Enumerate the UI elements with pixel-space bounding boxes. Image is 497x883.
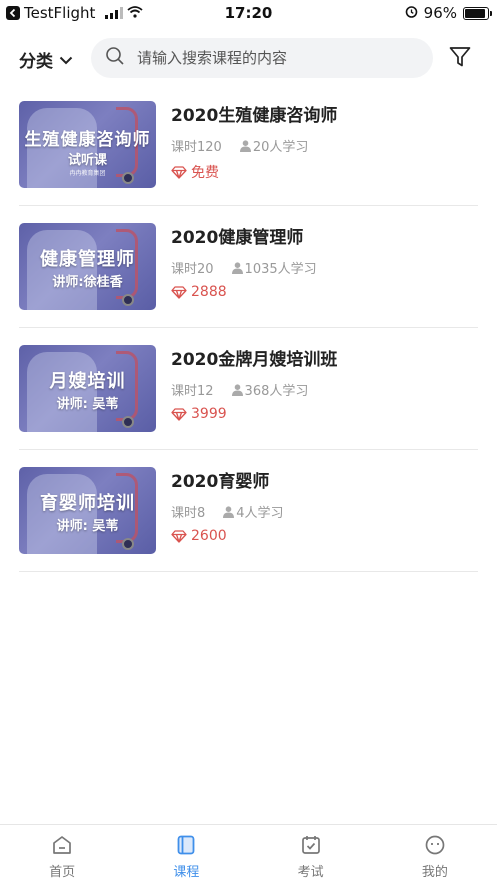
tab-exams-label: 考试 [297, 865, 324, 880]
search-icon [105, 46, 125, 70]
course-info: 2020生殖健康咨询师 课时120 20人学习 免费 [171, 101, 337, 182]
tab-bar: 首页 课程 考试 我的 [0, 824, 497, 883]
chevron-down-icon [59, 50, 73, 70]
course-item[interactable]: 健康管理师 讲师:徐桂香 2020健康管理师 课时20 1035人学习 2888 [19, 206, 478, 328]
lesson-count: 课时20 [171, 262, 214, 277]
student-count-label: 368人学习 [244, 384, 309, 399]
category-label: 分类 [19, 52, 53, 72]
battery-icon [463, 6, 492, 20]
price-label: 2888 [191, 284, 227, 300]
battery-percent: 96% [423, 4, 457, 22]
person-icon [231, 261, 243, 274]
course-title[interactable]: 2020育婴师 [171, 467, 284, 492]
course-info: 2020育婴师 课时8 4人学习 2600 [171, 467, 284, 544]
student-count: 4人学习 [223, 502, 284, 521]
course-thumbnail[interactable]: 健康管理师 讲师:徐桂香 [19, 223, 156, 310]
category-dropdown[interactable]: 分类 [19, 47, 73, 72]
thumbnail-title: 健康管理师 [40, 249, 135, 270]
course-thumbnail[interactable]: 月嫂培训 讲师: 吴苇 [19, 345, 156, 432]
alarm-icon [405, 4, 418, 22]
course-price: 3999 [171, 406, 337, 422]
thumbnail-subtitle: 讲师: 吴苇 [56, 519, 119, 534]
smiley-icon [425, 835, 445, 855]
diamond-icon [171, 285, 187, 299]
price-label: 3999 [191, 406, 227, 422]
price-label: 2600 [191, 528, 227, 544]
course-title[interactable]: 2020健康管理师 [171, 223, 317, 248]
tab-profile-label: 我的 [421, 865, 448, 880]
course-title[interactable]: 2020生殖健康咨询师 [171, 101, 337, 126]
diamond-icon [171, 529, 187, 543]
status-right: 96% [405, 4, 492, 22]
course-title[interactable]: 2020金牌月嫂培训班 [171, 345, 337, 370]
diamond-icon [171, 407, 187, 421]
tab-exams[interactable]: 考试 [249, 825, 373, 883]
thumbnail-title: 育婴师培训 [40, 493, 135, 514]
lesson-count: 课时12 [171, 384, 214, 399]
calendar-check-icon [301, 836, 320, 854]
student-count: 368人学习 [231, 380, 309, 399]
top-bar: 分类 [0, 38, 497, 78]
book-icon [177, 835, 195, 855]
filter-icon[interactable] [448, 45, 472, 69]
thumbnail-title: 生殖健康咨询师 [24, 130, 151, 150]
home-icon [53, 836, 71, 854]
tab-courses[interactable]: 课程 [124, 825, 248, 883]
thumbnail-title: 月嫂培训 [49, 371, 126, 392]
search-input[interactable] [137, 49, 397, 67]
student-count: 20人学习 [239, 136, 309, 155]
lesson-count: 课时8 [171, 506, 206, 521]
thumbnail-subtitle: 试听课 [67, 153, 107, 168]
person-icon [223, 505, 235, 518]
course-meta: 课时12 368人学习 [171, 380, 337, 399]
search-bar[interactable] [91, 38, 433, 78]
course-meta: 课时8 4人学习 [171, 502, 284, 521]
course-list: 生殖健康咨询师 试听课 冉冉教育集团 2020生殖健康咨询师 课时120 20人… [0, 84, 497, 572]
course-price: 免费 [171, 162, 337, 182]
course-info: 2020金牌月嫂培训班 课时12 368人学习 3999 [171, 345, 337, 422]
course-price: 2600 [171, 528, 284, 544]
student-count-label: 4人学习 [236, 506, 284, 521]
course-thumbnail[interactable]: 生殖健康咨询师 试听课 冉冉教育集团 [19, 101, 156, 188]
student-count: 1035人学习 [231, 258, 317, 277]
thumbnail-subtitle: 讲师:徐桂香 [52, 275, 123, 290]
diamond-icon [171, 165, 187, 179]
course-info: 2020健康管理师 课时20 1035人学习 2888 [171, 223, 317, 300]
course-price: 2888 [171, 284, 317, 300]
course-meta: 课时20 1035人学习 [171, 258, 317, 277]
tab-home-label: 首页 [49, 865, 76, 880]
course-meta: 课时120 20人学习 [171, 136, 337, 155]
course-item[interactable]: 育婴师培训 讲师: 吴苇 2020育婴师 课时8 4人学习 2600 [19, 450, 478, 572]
course-item[interactable]: 月嫂培训 讲师: 吴苇 2020金牌月嫂培训班 课时12 368人学习 3999 [19, 328, 478, 450]
thumbnail-org: 冉冉教育集团 [69, 170, 106, 177]
student-count-label: 1035人学习 [244, 262, 317, 277]
status-bar: TestFlight 17:20 96% [0, 0, 497, 26]
thumbnail-subtitle: 讲师: 吴苇 [56, 397, 119, 412]
person-icon [239, 139, 251, 152]
tab-home[interactable]: 首页 [0, 825, 124, 883]
tab-profile[interactable]: 我的 [373, 825, 497, 883]
course-thumbnail[interactable]: 育婴师培训 讲师: 吴苇 [19, 467, 156, 554]
course-item[interactable]: 生殖健康咨询师 试听课 冉冉教育集团 2020生殖健康咨询师 课时120 20人… [19, 84, 478, 206]
student-count-label: 20人学习 [252, 140, 309, 155]
person-icon [231, 383, 243, 396]
tab-courses-label: 课程 [173, 865, 200, 880]
price-label: 免费 [191, 165, 219, 181]
lesson-count: 课时120 [171, 140, 222, 155]
